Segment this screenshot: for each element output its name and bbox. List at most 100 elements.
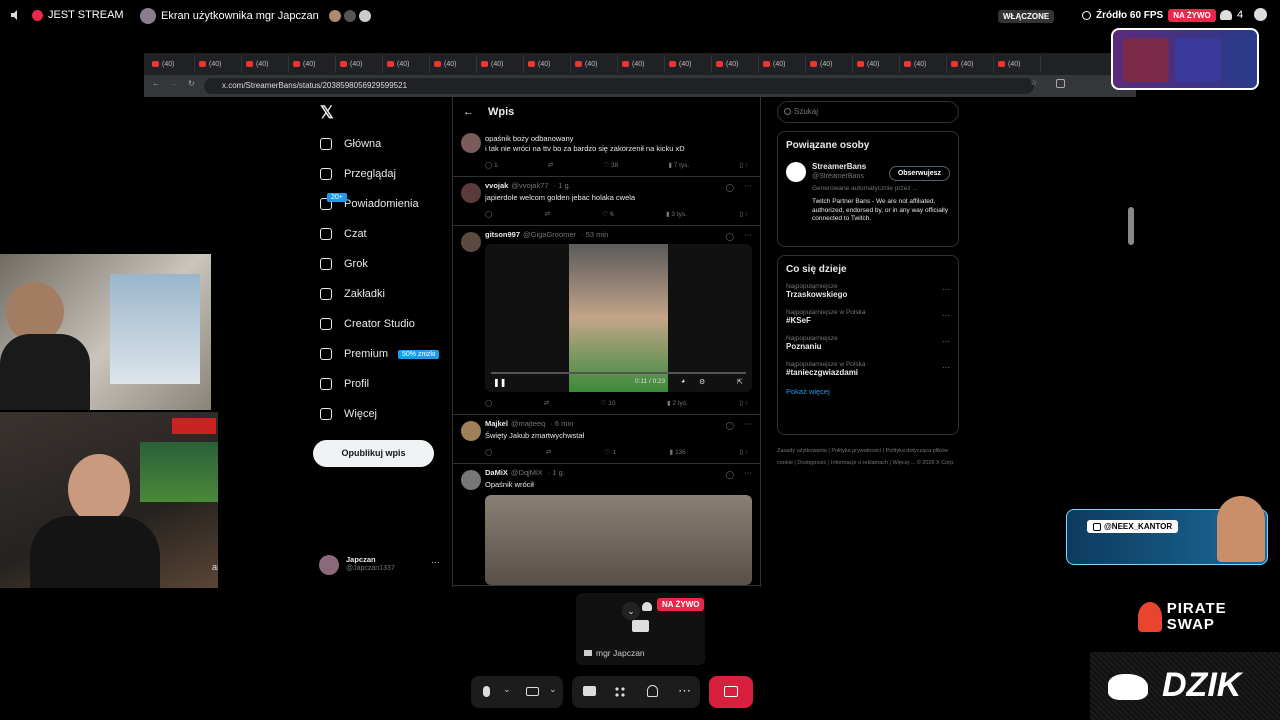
views-button[interactable]: ▮ 136 [670,448,686,456]
tweet[interactable]: vvojak @vvojak77 · 1 g. ◯ ⋯ japierdole welco… [453,177,760,226]
timestamp[interactable]: · 6 min [550,419,573,428]
browser-tab[interactable]: (40) [665,55,712,73]
browser-tab[interactable]: (40) [806,55,853,73]
video-player[interactable]: ❚❚ 0:11 / 0:23 ◕ ⚙ ⇱ [485,244,752,392]
follow-button[interactable]: Obserwujesz [888,166,950,181]
author-name[interactable]: vvojak [485,181,508,190]
repost-button[interactable]: ⇄ [546,448,551,456]
show-more-link[interactable]: Pokaż więcej [786,387,950,396]
trend-item[interactable]: Najpopularniejsze w Polska #KSeF ⋯ [786,309,950,325]
author-name[interactable]: DaMiX [485,468,508,477]
post-button[interactable]: Opublikuj wpis [313,440,434,467]
browser-tab[interactable]: (40) [900,55,947,73]
nav-item-zakładki[interactable]: Zakładki [314,279,454,309]
volume-icon[interactable]: ◕ [681,378,685,385]
timestamp[interactable]: · 1 g. [554,181,571,190]
author-name[interactable]: Majkel [485,419,508,428]
avatar[interactable] [461,232,481,252]
bookmark-icon[interactable]: ▯ ↑ [739,399,748,407]
repost-button[interactable]: ⇄ [548,161,553,169]
back-arrow-icon[interactable]: ← [463,106,474,118]
nav-item-creator-studio[interactable]: Creator Studio [314,309,454,339]
repost-button[interactable]: ⇄ [544,399,549,407]
browser-tab[interactable]: (40) [336,55,383,73]
search-input[interactable]: Szukaj [777,101,959,123]
browser-tab[interactable]: (40) [947,55,994,73]
account-switcher[interactable]: Japczan @Japczan1337 ⋯ [319,553,449,575]
screen-share-tile[interactable]: ⌄ NA ŻYWO mgr Japczan [576,593,705,665]
bookmark-icon[interactable]: ▯ ↑ [739,210,748,218]
microphone-icon[interactable] [483,686,490,697]
tweet[interactable]: gitson997 @GigaGroomer · 53 min ◯ ⋯ ❚❚ 0:11 /… [453,226,760,415]
nav-item-więcej[interactable]: Więcej [314,399,454,429]
star-icon[interactable]: ☆ [1030,78,1037,87]
audio-icon[interactable] [10,9,22,21]
nav-item-profil[interactable]: Profil [314,369,454,399]
browser-tab[interactable]: (40) [618,55,665,73]
footer-links[interactable]: Zasady użytkowania | Polityka prywatnośc… [777,445,959,469]
reply-button[interactable]: ◯ [485,210,492,218]
fullscreen-icon[interactable]: ⇱ [737,378,743,386]
more-icon[interactable]: ⋯ [942,363,950,372]
browser-tab[interactable]: (40) [477,55,524,73]
views-button[interactable]: ▮ 7 tys. [668,161,689,169]
chevron-down-icon[interactable]: ⌄ [549,684,557,695]
grok-icon[interactable]: ◯ [726,421,734,430]
avatar[interactable] [461,421,481,441]
chat-icon[interactable] [1254,8,1267,21]
tweet[interactable]: Majkel @majteeq · 6 min ◯ ⋯ Święty Jakub zma… [453,415,760,464]
like-button[interactable]: ♡ 38 [603,161,618,169]
nav-item-przeglądaj[interactable]: Przeglądaj [314,159,454,189]
tweet[interactable]: DaMiX @DqjMiX · 1 g. ◯ ⋯ Opaśnik wrócił [453,464,760,586]
camera-off-icon[interactable] [526,687,539,696]
activities-icon[interactable] [614,686,626,698]
grok-icon[interactable]: ◯ [726,470,734,479]
more-icon[interactable]: ⋯ [431,557,440,568]
more-icon[interactable]: ⋯ [942,311,950,320]
author-name[interactable]: gitson997 [485,230,520,239]
url-input[interactable]: x.com/StreamerBans/status/20385980569295… [204,78,1034,94]
timestamp[interactable]: · 1 g. [548,468,565,477]
grok-icon[interactable]: ◯ [726,232,734,241]
views-button[interactable]: ▮ 2 tys. [667,399,688,407]
nav-item-powiadomienia[interactable]: Powiadomienia 20+ [314,189,454,219]
trend-item[interactable]: Najpopularniejsze Poznaniu ⋯ [786,335,950,351]
grok-icon[interactable]: ◯ [726,183,734,192]
video-progress-track[interactable] [491,372,746,374]
more-icon[interactable]: ⋯ [745,419,753,428]
browser-tab[interactable]: (40) [994,55,1041,73]
nav-item-grok[interactable]: Grok [314,249,454,279]
avatar[interactable] [461,470,481,490]
trend-item[interactable]: Najpopularniejsze w Polska #tanieczgwiazd… [786,361,950,377]
chevron-down-icon[interactable]: ⌄ [503,684,511,695]
repost-button[interactable]: ⇄ [545,210,550,218]
chevron-down-icon[interactable]: ⌄ [622,602,640,620]
browser-tab[interactable]: (40) [383,55,430,73]
like-button[interactable]: ♡ 1 [605,448,616,456]
nav-item-czat[interactable]: Czat [314,219,454,249]
bookmark-icon[interactable]: ▯ ↑ [739,161,748,169]
more-icon[interactable]: ⋯ [678,683,691,699]
browser-tab[interactable]: (40) [524,55,571,73]
extensions-icon[interactable] [1056,79,1065,88]
more-icon[interactable]: ⋯ [745,468,753,477]
disconnect-button[interactable] [709,676,753,708]
browser-tab[interactable]: (40) [289,55,336,73]
timestamp[interactable]: · 53 min [581,230,608,239]
browser-tab[interactable]: (40) [242,55,289,73]
reply-button[interactable]: ◯ [485,399,492,407]
more-icon[interactable]: ⋯ [942,285,950,294]
browser-tab[interactable]: (40) [853,55,900,73]
forward-icon[interactable]: → [170,79,178,88]
tweet-image[interactable] [485,495,752,585]
tweet[interactable]: opaśnik boży odbanowany i tak nie wróci … [453,127,760,177]
browser-tab[interactable]: (40) [712,55,759,73]
reload-icon[interactable]: ↻ [188,79,195,88]
browser-tab[interactable]: (40) [430,55,477,73]
like-button[interactable]: ♡ 6 [602,210,613,218]
more-icon[interactable]: ⋯ [745,230,753,239]
bookmark-icon[interactable]: ▯ ↑ [739,448,748,456]
nav-item-premium[interactable]: Premium 50% zniżki [314,339,454,369]
more-icon[interactable]: ⋯ [745,181,753,190]
reply-button[interactable]: ◯ 1 [485,161,498,169]
